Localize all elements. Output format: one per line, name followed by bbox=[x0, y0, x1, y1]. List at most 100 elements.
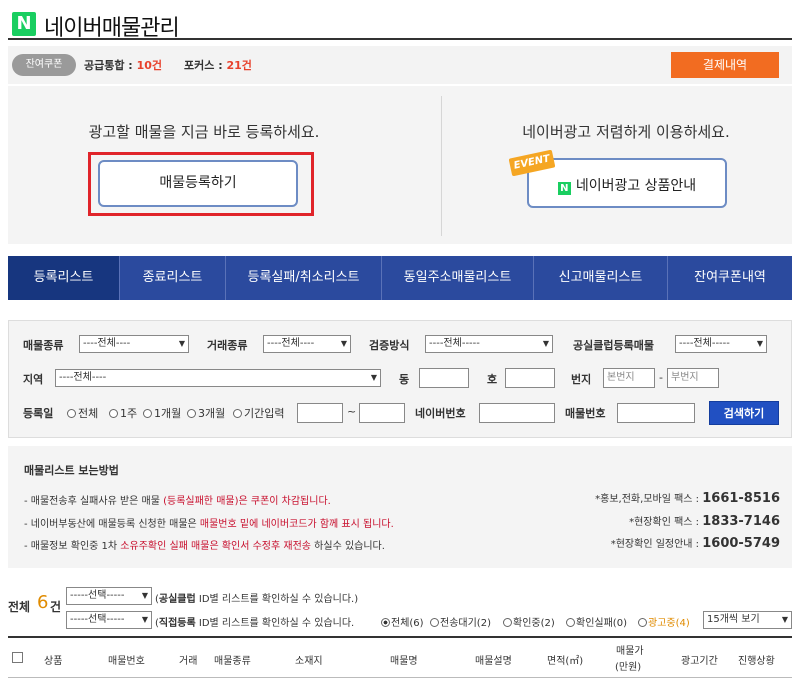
focus-coupon-count: 21건 bbox=[226, 59, 252, 72]
dong-input[interactable] bbox=[419, 368, 469, 388]
naver-logo-icon: N bbox=[12, 12, 36, 36]
payment-history-button[interactable]: 결제내역 bbox=[671, 52, 779, 78]
col-product: 상품 bbox=[44, 656, 63, 667]
guide-line-1-text: - 매물전송후 실패사유 받은 매물 bbox=[24, 496, 164, 507]
supply-coupon-count: 10건 bbox=[136, 59, 162, 72]
naver-ad-promo-text: 네이버광고 저렴하게 이용하세요. bbox=[522, 123, 730, 141]
status-waiting-label: 전송대기(2) bbox=[440, 618, 491, 629]
contact-fax-site: *현장확인 팩스 : 1833-7146 bbox=[629, 513, 780, 529]
club-registered-select[interactable]: ----전체----- bbox=[675, 335, 767, 353]
naver-ad-guide-button[interactable]: N 네이버광고 상품안내 bbox=[527, 158, 727, 208]
contact-fax-promo-label: *홍보,전화,모바일 팩스 : bbox=[595, 494, 700, 505]
radio-dot-icon bbox=[638, 618, 647, 627]
period-3month-radio[interactable]: 3개월 bbox=[187, 405, 225, 421]
tab-failed-cancelled-list[interactable]: 등록실패/취소리스트 bbox=[226, 256, 382, 300]
deal-type-select[interactable]: ----전체---- bbox=[263, 335, 351, 353]
period-1month-label: 1개월 bbox=[154, 407, 182, 420]
naver-number-input[interactable] bbox=[479, 403, 555, 423]
guide-line-3-text: - 매물정보 확인중 1차 bbox=[24, 541, 121, 552]
contact-fax-site-number: 1833-7146 bbox=[702, 514, 780, 529]
tab-ended-list[interactable]: 종료리스트 bbox=[120, 256, 226, 300]
date-range-tilde: ~ bbox=[347, 405, 357, 418]
verify-method-label: 검증방식 bbox=[369, 339, 410, 352]
ho-input[interactable] bbox=[505, 368, 555, 388]
region-label: 지역 bbox=[23, 373, 44, 386]
property-type-select[interactable]: ----전체---- bbox=[79, 335, 189, 353]
guide-line-1: - 매물전송후 실패사유 받은 매물 (등록실패한 매물)은 쿠폰이 차감됩니다… bbox=[24, 492, 331, 507]
direct-id-select[interactable]: -----선택----- bbox=[66, 611, 152, 629]
page-title: 네이버매물관리 bbox=[44, 16, 180, 41]
status-checking-radio[interactable]: 확인중(2) bbox=[503, 614, 555, 629]
remaining-coupon-badge: 잔여쿠폰 bbox=[12, 54, 76, 76]
radio-dot-icon bbox=[233, 409, 242, 418]
radio-dot-icon bbox=[430, 618, 439, 627]
guide-line-2-text: - 네이버부동산에 매물등록 신청한 매물은 bbox=[24, 519, 200, 530]
naver-mini-icon: N bbox=[557, 182, 571, 195]
period-1week-radio[interactable]: 1주 bbox=[109, 405, 137, 421]
status-failed-label: 확인실패(0) bbox=[576, 618, 627, 629]
status-all-radio[interactable]: 전체(6) bbox=[381, 614, 424, 629]
register-property-button[interactable]: 매물등록하기 bbox=[98, 160, 298, 207]
naver-number-label: 네이버번호 bbox=[415, 407, 466, 420]
supply-coupon-stat: 공급통합 : 10건 bbox=[84, 57, 162, 73]
guide-line-3-highlight: 소유주확인 실패 매물은 확인서 수정후 재전송 bbox=[120, 541, 311, 552]
supply-coupon-label: 공급통합 : bbox=[84, 59, 133, 72]
guide-line-2-highlight: 매물번호 밑에 네이버코드가 함께 표시 됩니다. bbox=[199, 519, 394, 530]
period-all-radio[interactable]: 전체 bbox=[67, 405, 98, 421]
tab-remaining-coupon-history[interactable]: 잔여쿠폰내역 bbox=[668, 256, 792, 300]
period-custom-label: 기간입력 bbox=[244, 407, 285, 420]
col-ad-period: 광고기간 bbox=[681, 656, 718, 667]
period-1month-radio[interactable]: 1개월 bbox=[143, 405, 181, 421]
property-number-input[interactable] bbox=[617, 403, 695, 423]
col-area: 면적(㎡) bbox=[547, 656, 584, 667]
period-1week-label: 1주 bbox=[120, 407, 138, 420]
search-button[interactable]: 검색하기 bbox=[709, 401, 779, 425]
status-failed-radio[interactable]: 확인실패(0) bbox=[566, 614, 627, 629]
search-filter-panel: 매물종류 ----전체---- 거래종류 ----전체---- 검증방식 ---… bbox=[8, 320, 792, 438]
club-id-select[interactable]: -----선택----- bbox=[66, 587, 152, 605]
register-promo-text: 광고할 매물을 지금 바로 등록하세요. bbox=[88, 123, 320, 141]
verify-method-select[interactable]: ----전체----- bbox=[425, 335, 553, 353]
sub-bunji-input[interactable]: 부번지 bbox=[667, 368, 719, 388]
list-guide-panel: 매물리스트 보는방법 - 매물전송후 실패사유 받은 매물 (등록실패한 매물)… bbox=[8, 446, 792, 568]
status-advertising-label: 광고중(4) bbox=[648, 618, 690, 629]
total-label: 전체 bbox=[8, 600, 31, 614]
club-id-note: (공실클럽 ID별 리스트를 확인하실 수 있습니다.) bbox=[155, 590, 358, 605]
direct-id-note-text: ID별 리스트를 확인하실 수 있습니다. bbox=[195, 618, 355, 629]
start-date-input[interactable] bbox=[297, 403, 343, 423]
property-table-header: 상품 매물번호 거래 매물종류 소재지 매물명 매물설명 면적(㎡) 매물가 (… bbox=[8, 636, 792, 678]
guide-line-2: - 네이버부동산에 매물등록 신청한 매물은 매물번호 밑에 네이버코드가 함께… bbox=[24, 515, 394, 530]
contact-site-schedule-label: *현장확인 일정안내 : bbox=[610, 539, 700, 550]
club-id-note-text: ID별 리스트를 확인하실 수 있습니다.) bbox=[195, 594, 359, 605]
tab-reported-list[interactable]: 신고매물리스트 bbox=[534, 256, 668, 300]
focus-coupon-stat: 포커스 : 21건 bbox=[184, 57, 252, 73]
contact-site-schedule: *현장확인 일정안내 : 1600-5749 bbox=[611, 535, 780, 551]
col-property-type: 매물종류 bbox=[214, 656, 251, 667]
focus-coupon-label: 포커스 : bbox=[184, 59, 223, 72]
total-count: 6 bbox=[37, 592, 49, 613]
end-date-input[interactable] bbox=[359, 403, 405, 423]
bunji-dash: - bbox=[659, 371, 663, 384]
status-waiting-radio[interactable]: 전송대기(2) bbox=[430, 614, 491, 629]
select-all-checkbox[interactable] bbox=[12, 652, 23, 663]
status-advertising-radio[interactable]: 광고중(4) bbox=[638, 614, 690, 629]
register-highlight-frame: 매물등록하기 bbox=[88, 152, 314, 216]
list-guide-title: 매물리스트 보는방법 bbox=[24, 464, 119, 477]
direct-id-note-bold: 직접등록 bbox=[158, 618, 196, 629]
tab-same-address-list[interactable]: 동일주소매물리스트 bbox=[382, 256, 534, 300]
main-bunji-input[interactable]: 본번지 bbox=[603, 368, 655, 388]
col-deal: 거래 bbox=[179, 656, 198, 667]
radio-dot-icon bbox=[109, 409, 118, 418]
col-location: 소재지 bbox=[295, 656, 323, 667]
page-size-select[interactable]: 15개씩 보기 bbox=[703, 611, 792, 629]
direct-id-note: (직접등록 ID별 리스트를 확인하실 수 있습니다. bbox=[155, 614, 354, 629]
contact-site-schedule-number: 1600-5749 bbox=[702, 536, 780, 551]
property-number-label: 매물번호 bbox=[565, 407, 606, 420]
radio-checked-icon bbox=[381, 618, 390, 627]
property-type-label: 매물종류 bbox=[23, 339, 64, 352]
col-progress: 진행상황 bbox=[738, 656, 775, 667]
region-select[interactable]: ----전체---- bbox=[55, 369, 381, 387]
period-custom-radio[interactable]: 기간입력 bbox=[233, 405, 284, 421]
tab-registered-list[interactable]: 등록리스트 bbox=[8, 256, 120, 300]
promo-panel: 광고할 매물을 지금 바로 등록하세요. 매물등록하기 네이버광고 저렴하게 이… bbox=[8, 86, 792, 244]
